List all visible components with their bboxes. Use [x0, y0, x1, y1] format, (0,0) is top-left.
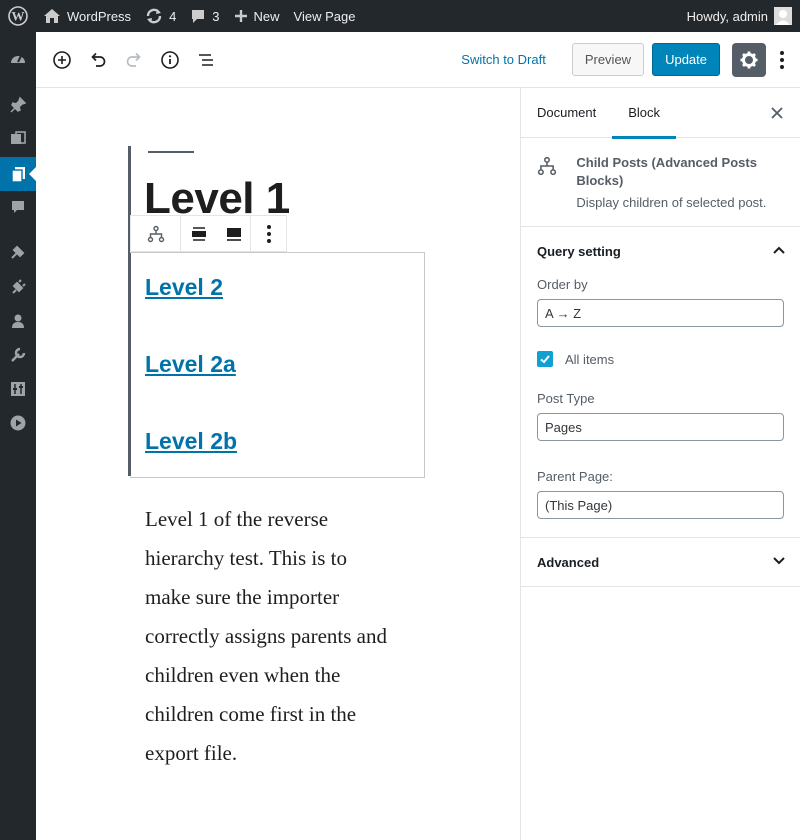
parent-page-select[interactable]: (This Page) [537, 491, 784, 519]
order-by-select[interactable]: A → Z [537, 299, 784, 327]
switch-to-draft-button[interactable]: Switch to Draft [461, 52, 546, 67]
chevron-down-icon [773, 557, 785, 565]
post-type-label: Post Type [537, 391, 595, 406]
plus-icon [234, 10, 247, 22]
new-content-link[interactable]: New [227, 0, 287, 32]
comments-menu-icon[interactable] [0, 190, 36, 224]
settings-sidebar: Document Block Child Posts (Advanced Pos… [520, 88, 800, 840]
block-description: Display children of selected post. [576, 195, 767, 210]
tab-document[interactable]: Document [521, 88, 612, 138]
undo-button[interactable] [80, 42, 116, 78]
all-items-label: All items [565, 351, 615, 367]
settings-menu-icon[interactable] [0, 372, 36, 406]
query-setting-panel: Query setting Order by A → Z All items P… [521, 227, 800, 538]
pin-icon[interactable] [0, 88, 36, 122]
paragraph-line: export file. [145, 741, 238, 765]
block-switcher-button[interactable] [131, 216, 181, 251]
avatar [774, 7, 792, 25]
align-full-icon [226, 227, 241, 241]
admin-menu [0, 32, 36, 840]
appearance-icon[interactable] [0, 235, 36, 269]
dashboard-icon[interactable] [0, 42, 36, 76]
preview-button[interactable]: Preview [571, 43, 645, 76]
redo-button[interactable] [116, 42, 152, 78]
advanced-toggle[interactable]: Advanced [521, 538, 800, 586]
paragraph-line: hierarchy test. This is to [145, 546, 347, 570]
plus-circle-icon [53, 50, 71, 69]
add-block-button[interactable] [44, 42, 80, 78]
editor-canvas: Level 1 Level 2 Level 2a Level 2b Level … [36, 88, 520, 840]
more-menu-button[interactable] [770, 42, 794, 78]
home-icon [44, 9, 60, 23]
updates-count: 4 [169, 8, 177, 24]
query-setting-toggle[interactable]: Query setting [521, 227, 800, 275]
paragraph-line: children even when the [145, 663, 341, 687]
site-name-label: WordPress [67, 8, 132, 24]
media-icon[interactable] [0, 122, 36, 156]
child-post-link[interactable]: Level 2b [145, 428, 237, 455]
more-vertical-icon [266, 224, 271, 243]
all-items-checkbox[interactable] [537, 351, 553, 367]
update-button[interactable]: Update [652, 43, 720, 76]
hierarchy-icon [537, 154, 560, 210]
panel-title: Advanced [537, 554, 600, 570]
paragraph-line: correctly assigns parents and [145, 624, 388, 648]
hierarchy-icon [147, 225, 164, 242]
comments-link[interactable]: 3 [183, 0, 226, 32]
checkmark-icon [540, 355, 550, 364]
tools-icon[interactable] [0, 338, 36, 372]
gear-icon [740, 51, 758, 68]
order-by-label: Order by [537, 277, 588, 292]
new-label: New [253, 8, 280, 24]
block-navigation-button[interactable] [188, 42, 224, 78]
align-wide-button[interactable] [181, 216, 217, 251]
panel-title: Query setting [537, 243, 621, 259]
tab-block[interactable]: Block [612, 88, 676, 139]
editor-header: Switch to Draft Preview Update [36, 32, 800, 88]
my-account-link[interactable]: Howdy, admin [680, 0, 800, 32]
close-icon [771, 107, 783, 119]
comment-icon [192, 10, 205, 23]
play-icon[interactable] [0, 406, 36, 440]
post-type-select[interactable]: Pages [537, 413, 784, 441]
undo-icon [91, 52, 106, 67]
child-post-link[interactable]: Level 2a [145, 351, 236, 378]
wordpress-logo-icon[interactable]: W [0, 0, 36, 32]
settings-button[interactable] [732, 42, 766, 77]
block-toolbar [130, 215, 287, 252]
info-icon [161, 50, 179, 69]
list-view-icon [199, 53, 213, 66]
block-card: Child Posts (Advanced Posts Blocks) Disp… [521, 138, 800, 227]
child-post-link[interactable]: Level 2 [145, 274, 223, 301]
parent-page-label: Parent Page: [537, 469, 613, 484]
svg-text:W: W [12, 9, 25, 24]
align-wide-icon [192, 226, 206, 241]
paragraph-line: Level 1 of the reverse [145, 507, 329, 531]
view-page-link[interactable]: View Page [287, 0, 363, 32]
paragraph-line: children come first in the [145, 702, 357, 726]
view-page-label: View Page [293, 8, 356, 24]
redo-icon [126, 52, 141, 67]
users-icon[interactable] [0, 304, 36, 338]
align-full-button[interactable] [217, 216, 251, 251]
content-info-button[interactable] [152, 42, 188, 78]
block-more-options-button[interactable] [251, 216, 286, 251]
updates-icon [146, 8, 162, 24]
site-name-link[interactable]: WordPress [36, 0, 138, 32]
paragraph-line: make sure the importer [145, 585, 340, 609]
close-sidebar-button[interactable] [768, 104, 786, 122]
separator-block[interactable] [148, 151, 194, 153]
howdy-label: Howdy, admin [686, 8, 768, 24]
updates-link[interactable]: 4 [138, 0, 183, 32]
block-title: Child Posts (Advanced Posts Blocks) [576, 155, 757, 188]
comments-count: 3 [212, 8, 220, 24]
advanced-panel: Advanced [521, 538, 800, 587]
plugins-icon[interactable] [0, 270, 36, 304]
more-vertical-icon [780, 50, 784, 69]
chevron-up-icon [773, 246, 785, 254]
paragraph-block[interactable]: Level 1 of the reverse hierarchy test. T… [145, 500, 425, 773]
pages-icon[interactable] [0, 157, 36, 191]
admin-bar: W WordPress 4 3 New View Page Howdy, adm… [0, 0, 800, 32]
